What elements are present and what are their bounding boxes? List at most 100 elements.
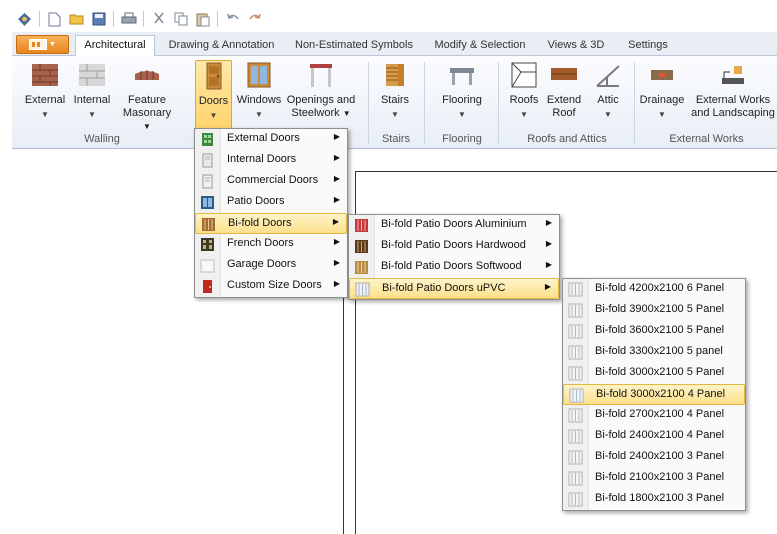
menu-item-bifold-3900x2100-5-panel[interactable]: Bi-fold 3900x2100 5 Panel	[563, 300, 745, 321]
menu-item-label: Bi-fold 3000x2100 4 Panel	[596, 388, 726, 400]
chevron-down-icon: ▼	[255, 110, 263, 119]
tab-views-3d[interactable]: Views & 3D	[542, 36, 610, 56]
extend-roof-button[interactable]: Extend Roof	[543, 60, 585, 132]
menu-item-bifold-2400x2100-3-panel[interactable]: Bi-fold 2400x2100 3 Panel	[563, 447, 745, 468]
steel-beam-icon	[310, 64, 332, 87]
feature-masonary-button[interactable]: Feature Masonary ▼	[118, 60, 176, 132]
flooring-button[interactable]: Flooring ▼	[436, 60, 488, 132]
tab-settings[interactable]: Settings	[620, 36, 676, 56]
menu-item-label: Custom Size Doors	[227, 279, 322, 291]
chevron-right-icon: ▶	[333, 174, 340, 183]
group-label-external-works: External Works	[669, 133, 744, 145]
redo-icon[interactable]	[246, 11, 263, 28]
menu-item-label: Bi-fold 3900x2100 5 Panel	[595, 303, 725, 315]
menu-item-bifold-softwood[interactable]: Bi-fold Patio Doors Softwood ▶	[349, 257, 559, 278]
chevron-down-icon: ▼	[658, 110, 666, 119]
landscaping-label: and Landscaping	[691, 107, 775, 119]
menu-item-commercial-doors[interactable]: Commercial Doors ▶	[195, 171, 347, 192]
chevron-right-icon: ▶	[545, 239, 552, 248]
copy-icon[interactable]	[172, 11, 189, 28]
group-separator	[634, 62, 635, 144]
menu-item-bifold-3300x2100-5-panel[interactable]: Bi-fold 3300x2100 5 panel	[563, 342, 745, 363]
doors-button[interactable]: Doors ▼	[195, 60, 232, 132]
menu-item-bifold-2400x2100-4-panel[interactable]: Bi-fold 2400x2100 4 Panel	[563, 426, 745, 447]
menu-item-bifold-2700x2100-4-panel[interactable]: Bi-fold 2700x2100 4 Panel	[563, 405, 745, 426]
tab-non-estimated-symbols[interactable]: Non-Estimated Symbols	[294, 36, 414, 56]
menu-item-bifold-doors[interactable]: Bi-fold Doors ▶	[195, 213, 347, 234]
menu-item-label: French Doors	[227, 237, 294, 249]
menu-item-label: Bi-fold Patio Doors Hardwood	[381, 239, 526, 251]
chevron-right-icon: ▶	[545, 218, 552, 227]
chevron-down-icon: ▼	[458, 110, 466, 119]
windows-button[interactable]: Windows ▼	[236, 60, 282, 132]
chevron-down-icon: ▼	[391, 110, 399, 119]
bifold-door-icon	[202, 218, 215, 231]
menu-item-label: Garage Doors	[227, 258, 297, 270]
menu-item-custom-size-doors[interactable]: Custom Size Doors ▶	[195, 276, 347, 297]
group-label-walling: Walling	[84, 133, 120, 145]
internal-wall-button[interactable]: Internal ▼	[70, 60, 114, 132]
tab-drawing-annotation[interactable]: Drawing & Annotation	[163, 36, 280, 56]
doors-menu: External Doors ▶ Internal Doors ▶ Commer…	[194, 128, 348, 298]
openings-label: Openings and	[286, 94, 356, 106]
chevron-right-icon: ▶	[333, 237, 340, 246]
drainage-button[interactable]: Drainage ▼	[638, 60, 686, 132]
attic-button[interactable]: Attic ▼	[590, 60, 626, 132]
quick-access-toolbar	[12, 6, 777, 32]
menu-item-bifold-3000x2100-5-panel[interactable]: Bi-fold 3000x2100 5 Panel	[563, 363, 745, 384]
menu-item-bifold-1800x2100-3-panel[interactable]: Bi-fold 1800x2100 3 Panel	[563, 489, 745, 510]
bifold-panel-icon	[568, 408, 583, 423]
undo-icon[interactable]	[224, 11, 241, 28]
external-wall-button[interactable]: External ▼	[22, 60, 68, 132]
menu-item-patio-doors[interactable]: Patio Doors ▶	[195, 192, 347, 213]
toolbar-separator	[39, 11, 40, 27]
roofs-button[interactable]: Roofs ▼	[506, 60, 542, 132]
ribbon-panel: External ▼ Internal ▼ Feature Masonary ▼…	[12, 56, 777, 149]
application-menu-button[interactable]: ▼	[16, 35, 69, 54]
tab-modify-selection[interactable]: Modify & Selection	[430, 36, 530, 56]
app-icon[interactable]	[16, 11, 33, 28]
internal-label: Internal	[73, 94, 111, 106]
menu-item-label: Bi-fold 3000x2100 5 Panel	[595, 366, 725, 378]
tab-architectural[interactable]: Architectural	[75, 35, 155, 57]
cut-icon[interactable]	[150, 11, 167, 28]
chevron-right-icon: ▶	[544, 282, 551, 291]
menu-item-french-doors[interactable]: French Doors ▶	[195, 234, 347, 255]
flooring-label: Flooring	[442, 94, 482, 106]
external-works-button[interactable]: External Works and Landscaping	[691, 60, 775, 132]
menu-item-label: Bi-fold 2400x2100 4 Panel	[595, 429, 725, 441]
paste-icon[interactable]	[194, 11, 211, 28]
menu-item-internal-doors[interactable]: Internal Doors ▶	[195, 150, 347, 171]
menu-item-bifold-2100x2100-3-panel[interactable]: Bi-fold 2100x2100 3 Panel	[563, 468, 745, 489]
menu-item-bifold-4200x2100-6-panel[interactable]: Bi-fold 4200x2100 6 Panel	[563, 279, 745, 300]
menu-item-bifold-aluminium[interactable]: Bi-fold Patio Doors Aluminium ▶	[349, 215, 559, 236]
feature-label: Feature	[128, 94, 166, 106]
menu-item-bifold-upvc[interactable]: Bi-fold Patio Doors uPVC ▶	[349, 278, 559, 299]
new-icon[interactable]	[46, 11, 63, 28]
external-label: External	[24, 94, 66, 106]
menu-item-bifold-3600x2100-5-panel[interactable]: Bi-fold 3600x2100 5 Panel	[563, 321, 745, 342]
menu-item-bifold-hardwood[interactable]: Bi-fold Patio Doors Hardwood ▶	[349, 236, 559, 257]
stairs-button[interactable]: Stairs ▼	[374, 60, 416, 132]
group-separator	[368, 62, 369, 144]
open-icon[interactable]	[68, 11, 85, 28]
menu-item-external-doors[interactable]: External Doors ▶	[195, 129, 347, 150]
chevron-down-icon: ▼	[604, 110, 612, 119]
save-icon[interactable]	[90, 11, 107, 28]
print-icon[interactable]	[120, 11, 137, 28]
openings-steelwork-button[interactable]: Openings and Steelwork ▼	[286, 60, 356, 132]
drainage-label: Drainage	[639, 94, 685, 106]
menu-item-label: Commercial Doors	[227, 174, 319, 186]
block-wall-icon	[79, 64, 105, 86]
brick-wall-icon	[32, 64, 58, 86]
ribbon-tab-strip: ▼ Architectural Drawing & Annotation Non…	[12, 32, 777, 57]
bifold-panel-icon	[568, 366, 583, 381]
custom-door-icon	[203, 280, 212, 293]
bifold-upvc-submenu: Bi-fold 4200x2100 6 Panel Bi-fold 3900x2…	[562, 278, 746, 511]
menu-item-garage-doors[interactable]: Garage Doors ▶	[195, 255, 347, 276]
door-icon	[206, 62, 221, 90]
bifold-doors-submenu: Bi-fold Patio Doors Aluminium ▶ Bi-fold …	[348, 214, 560, 300]
menu-item-bifold-3000x2100-4-panel[interactable]: Bi-fold 3000x2100 4 Panel	[563, 384, 745, 405]
attic-truss-icon	[596, 65, 620, 87]
menu-item-label: Bi-fold 4200x2100 6 Panel	[595, 282, 725, 294]
